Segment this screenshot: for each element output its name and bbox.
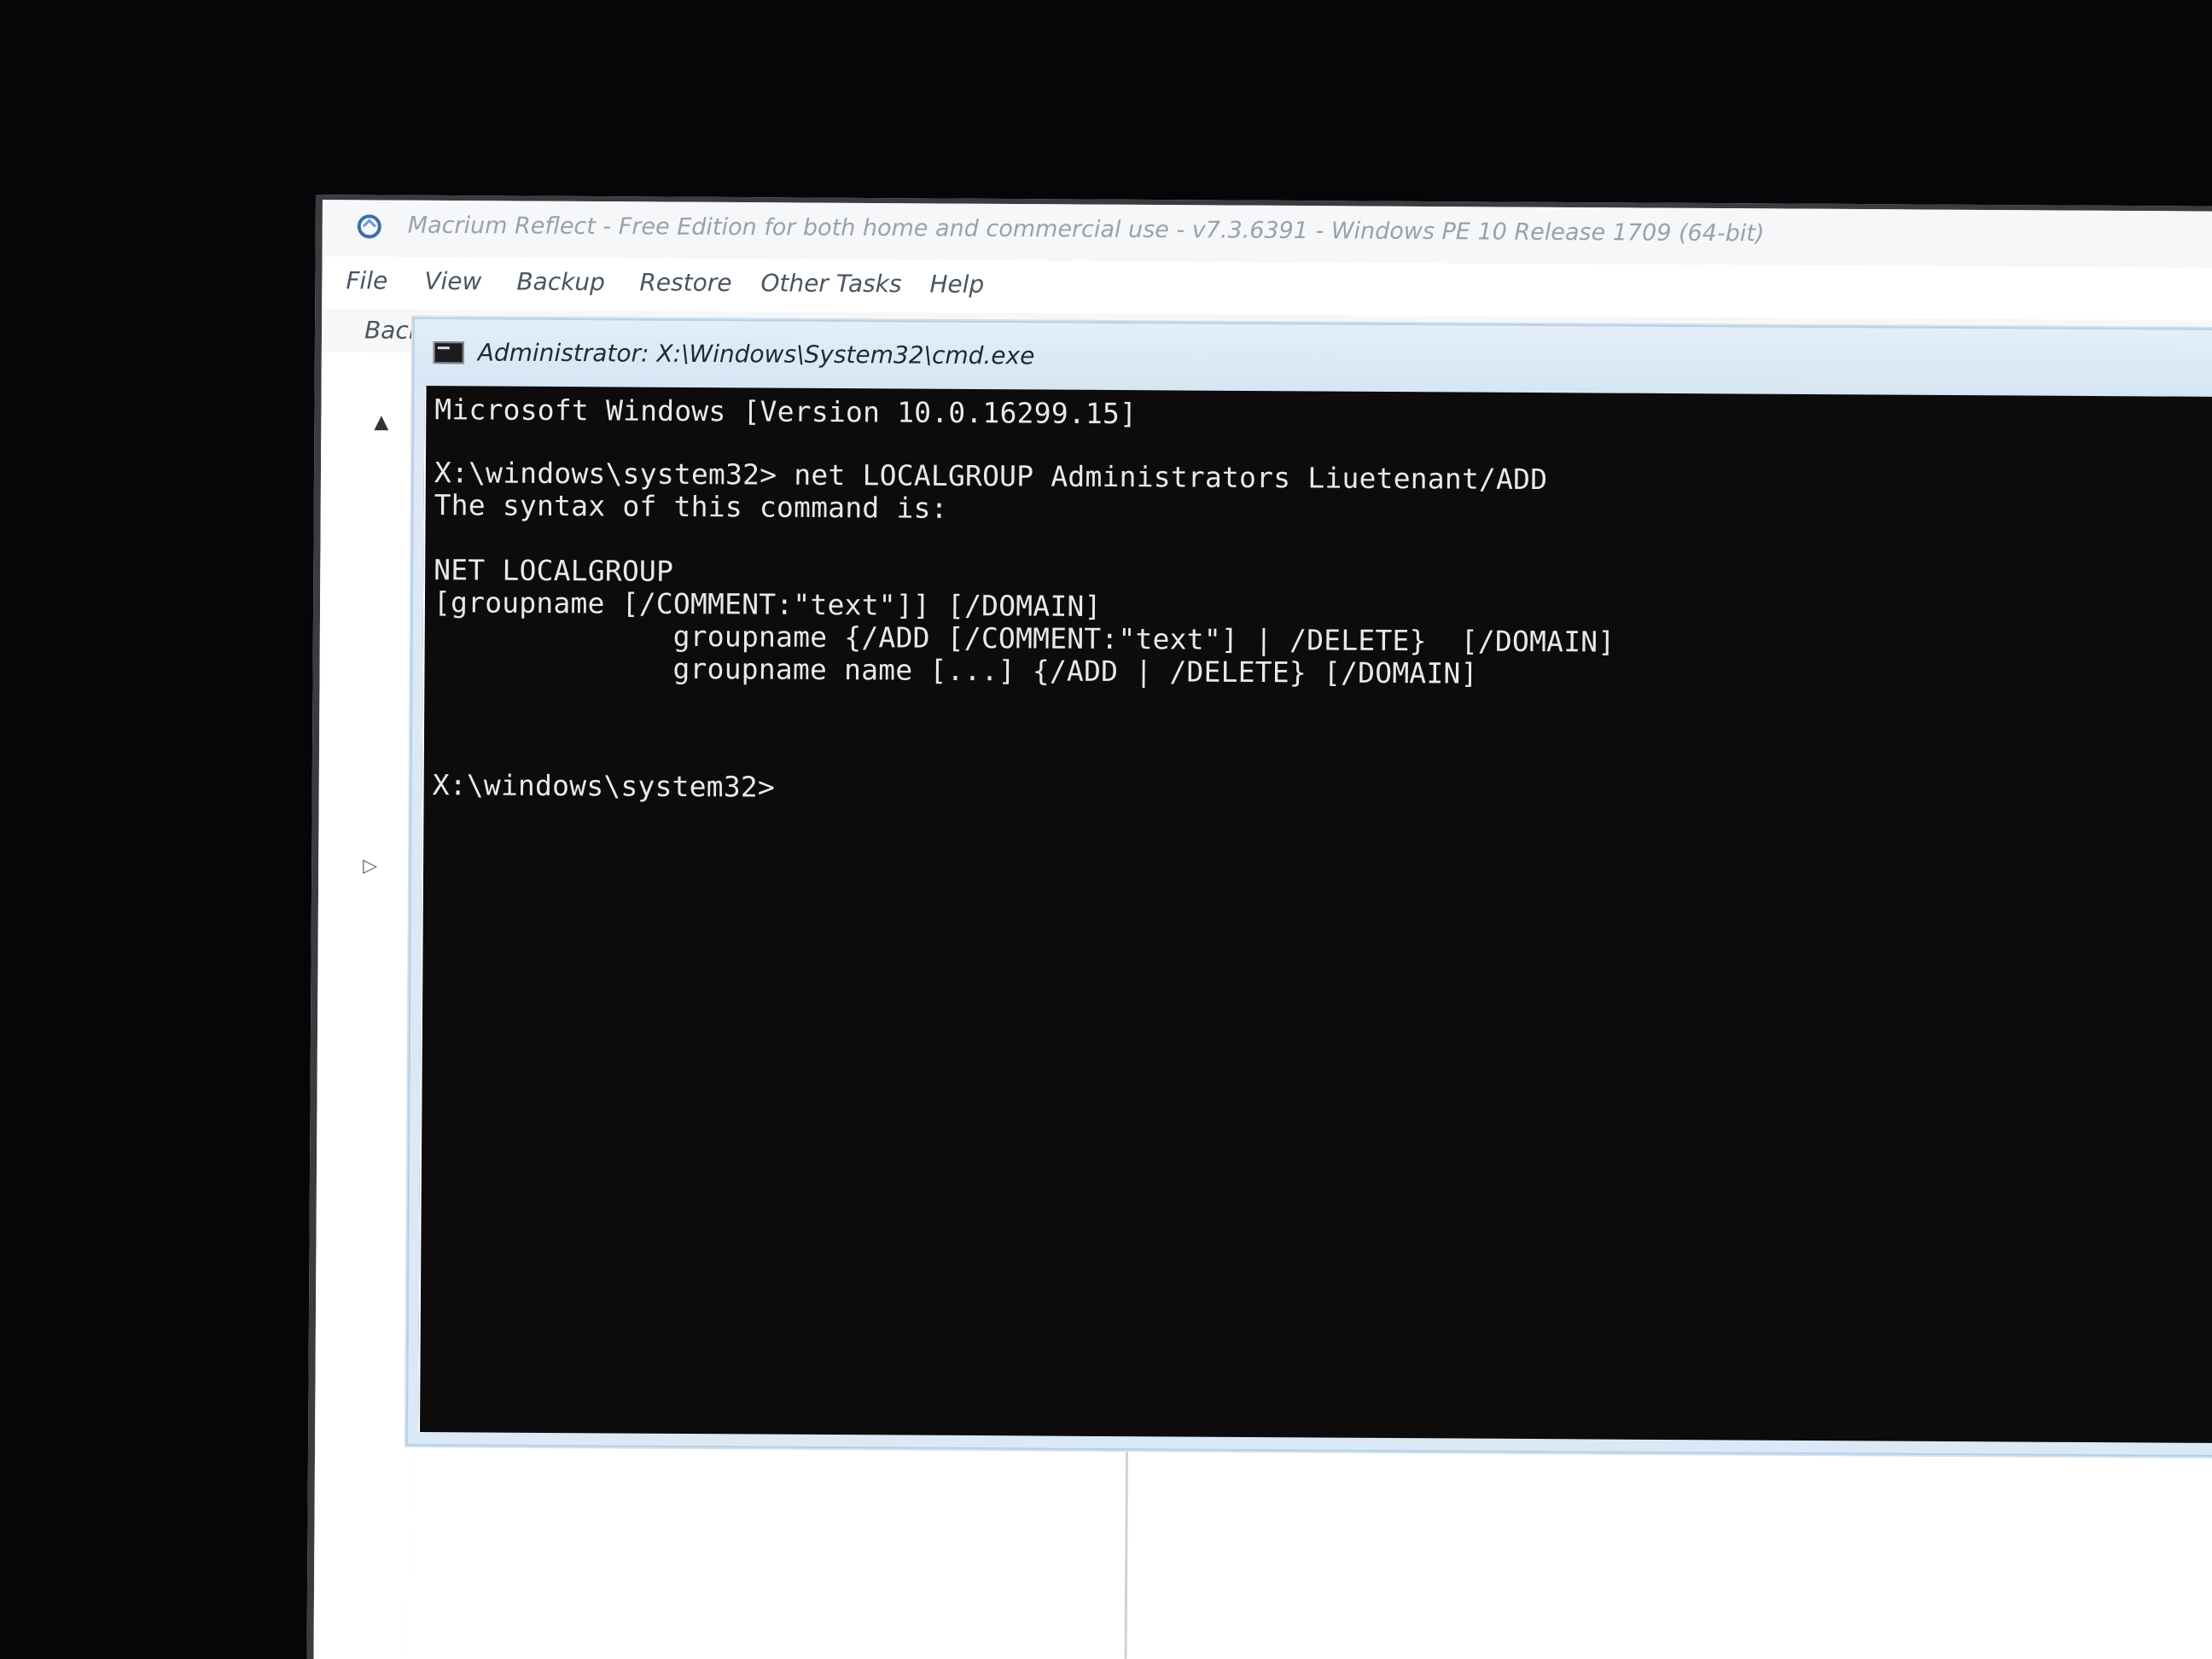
macrium-reflect-icon <box>357 214 381 239</box>
pane-divider[interactable] <box>1124 1450 1129 1659</box>
lower-content-area <box>407 1446 2212 1659</box>
menu-help[interactable]: Help <box>929 270 984 298</box>
console-prompt[interactable]: X:\windows\system32> <box>433 768 776 803</box>
tree-collapse-arrow-icon[interactable]: ▲ <box>374 411 388 433</box>
console-line: Microsoft Windows [Version 10.0.16299.15… <box>434 393 1138 431</box>
menu-backup[interactable]: Backup <box>516 267 605 296</box>
menu-restore[interactable]: Restore <box>639 268 731 297</box>
cmd-window: Administrator: X:\Windows\System32\cmd.e… <box>405 317 2212 1458</box>
photo-scene: Macrium Reflect - Free Edition for both … <box>0 0 2212 1659</box>
menu-file[interactable]: File <box>346 266 387 294</box>
app-title: Macrium Reflect - Free Edition for both … <box>407 212 1765 247</box>
console-line: NET LOCALGROUP <box>434 553 674 588</box>
menu-other-tasks[interactable]: Other Tasks <box>760 269 901 298</box>
console-output[interactable]: Microsoft Windows [Version 10.0.16299.15… <box>418 386 2212 1443</box>
console-line: The syntax of this command is: <box>434 488 948 525</box>
console-line: [groupname [/COMMENT:"text"]] [/DOMAIN] <box>433 585 1102 623</box>
console-line: groupname name [...] {/ADD | /DELETE} [/… <box>433 650 1478 690</box>
cmd-icon <box>433 341 464 364</box>
left-tree-pane: ▲ ▷ <box>313 352 416 1659</box>
cmd-title: Administrator: X:\Windows\System32\cmd.e… <box>477 338 1035 370</box>
menu-view[interactable]: View <box>424 267 481 295</box>
cmd-titlebar[interactable]: Administrator: X:\Windows\System32\cmd.e… <box>414 319 2212 398</box>
tree-expand-arrow-icon[interactable]: ▷ <box>363 855 377 876</box>
